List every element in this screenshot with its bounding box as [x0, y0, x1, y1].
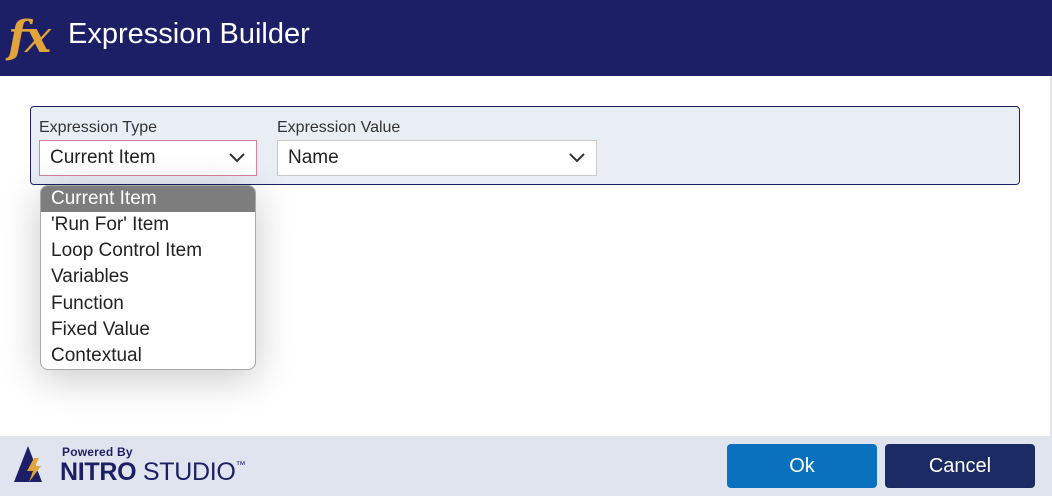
function-fx-icon: fx: [8, 12, 51, 63]
chevron-down-icon: [569, 153, 585, 163]
nitro-logo-icon: [14, 446, 42, 482]
brand-regular: STUDIO: [136, 458, 236, 486]
dropdown-option-loop-control-item[interactable]: Loop Control Item: [41, 238, 255, 264]
chevron-down-icon: [229, 153, 245, 163]
dropdown-option-variables[interactable]: Variables: [41, 264, 255, 290]
trademark: ™: [235, 460, 246, 471]
expression-type-label: Expression Type: [39, 119, 157, 136]
brand-bold: NITRO: [60, 458, 137, 486]
expression-panel: Expression Type Current Item Expression …: [30, 106, 1020, 185]
dropdown-option-fixed-value[interactable]: Fixed Value: [41, 317, 255, 343]
dropdown-option-contextual[interactable]: Contextual: [41, 343, 255, 369]
expression-type-value: Current Item: [50, 147, 156, 168]
expression-value-value: Name: [288, 147, 339, 168]
expression-type-select[interactable]: Current Item: [39, 140, 257, 176]
brand-logo-text: NITRO STUDIO™: [60, 458, 246, 487]
title-bar: fx Expression Builder: [0, 0, 1052, 76]
dialog-footer: Powered By NITRO STUDIO™ Ok Cancel: [0, 436, 1052, 496]
dropdown-option-current-item[interactable]: Current Item: [41, 186, 255, 212]
dropdown-option-run-for-item[interactable]: 'Run For' Item: [41, 212, 255, 238]
ok-button[interactable]: Ok: [727, 444, 877, 488]
expression-value-label: Expression Value: [277, 119, 401, 136]
expression-type-dropdown: Current Item 'Run For' Item Loop Control…: [40, 185, 256, 370]
expression-value-select[interactable]: Name: [277, 140, 597, 176]
dialog-title: Expression Builder: [68, 18, 310, 50]
powered-by-text: Powered By: [62, 445, 133, 459]
cancel-button[interactable]: Cancel: [885, 444, 1035, 488]
dropdown-option-function[interactable]: Function: [41, 291, 255, 317]
